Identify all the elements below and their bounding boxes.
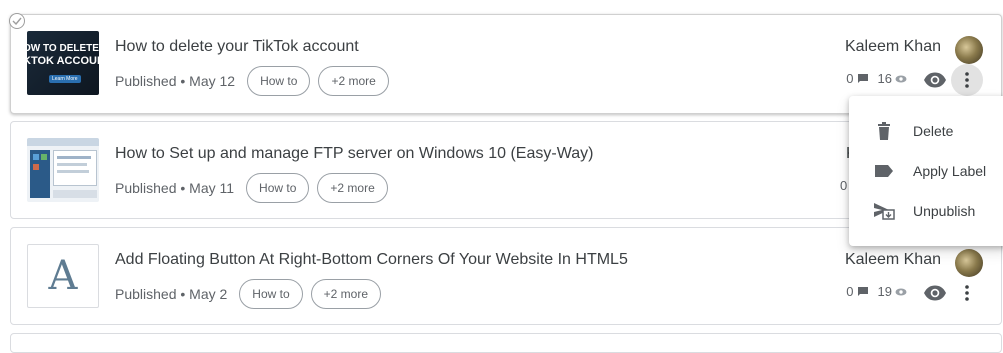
menu-item-label: Delete bbox=[913, 123, 954, 139]
kebab-menu-icon bbox=[965, 72, 969, 88]
view-count: 19 bbox=[877, 284, 892, 299]
menu-item-apply-label[interactable]: Apply Label bbox=[849, 153, 1003, 189]
views-icon bbox=[895, 288, 907, 295]
comment-icon bbox=[857, 286, 868, 296]
unpublish-icon bbox=[874, 203, 895, 220]
thumbnail-text: KTOK ACCOUN bbox=[27, 55, 99, 67]
comment-count: 0 bbox=[840, 178, 848, 193]
post-thumbnail[interactable]: OW TO DELETE YO KTOK ACCOUN Learn More bbox=[27, 31, 99, 95]
select-checkbox[interactable] bbox=[9, 13, 25, 29]
avatar bbox=[955, 36, 983, 64]
post-card[interactable] bbox=[10, 333, 1002, 353]
label-chip[interactable]: How to bbox=[246, 173, 310, 203]
post-status: Published • May 2 bbox=[115, 286, 228, 302]
menu-item-delete[interactable]: Delete bbox=[849, 113, 1003, 149]
label-chip[interactable]: How to bbox=[247, 66, 311, 96]
avatar bbox=[955, 249, 983, 277]
comment-count: 0 bbox=[846, 71, 854, 86]
menu-item-label: Apply Label bbox=[913, 163, 987, 179]
comment-icon bbox=[857, 73, 868, 83]
preview-eye-icon[interactable] bbox=[923, 68, 947, 92]
thumbnail-text: OW TO DELETE YO bbox=[27, 43, 99, 54]
more-labels-chip[interactable]: +2 more bbox=[310, 279, 382, 309]
menu-item-unpublish[interactable]: Unpublish bbox=[849, 193, 1003, 229]
more-options-button[interactable] bbox=[951, 64, 983, 96]
post-thumbnail[interactable] bbox=[27, 138, 99, 202]
views-icon bbox=[895, 75, 907, 82]
menu-item-label: Unpublish bbox=[913, 203, 976, 219]
thumbnail-button: Learn More bbox=[49, 75, 81, 83]
post-title[interactable]: How to Set up and manage FTP server on W… bbox=[115, 145, 593, 163]
more-labels-chip[interactable]: +2 more bbox=[317, 173, 388, 203]
post-context-menu: Delete Apply Label Unpublish bbox=[849, 96, 1003, 246]
kebab-menu-icon bbox=[965, 285, 969, 301]
view-count: 16 bbox=[877, 71, 892, 86]
check-icon bbox=[12, 17, 22, 25]
post-title[interactable]: How to delete your TikTok account bbox=[115, 38, 359, 56]
label-icon bbox=[875, 165, 893, 177]
post-title[interactable]: Add Floating Button At Right-Bottom Corn… bbox=[115, 251, 628, 269]
post-thumbnail[interactable]: A bbox=[27, 244, 99, 308]
post-status: Published • May 12 bbox=[115, 73, 236, 89]
author-name: Kaleem Khan bbox=[844, 38, 941, 55]
post-status: Published • May 11 bbox=[115, 180, 235, 196]
comment-count: 0 bbox=[846, 284, 854, 299]
label-chip[interactable]: How to bbox=[239, 279, 303, 309]
more-options-button[interactable] bbox=[951, 277, 983, 309]
trash-icon bbox=[878, 122, 890, 140]
author-name: Kaleem Khan bbox=[844, 251, 941, 268]
preview-eye-icon[interactable] bbox=[923, 281, 947, 305]
more-labels-chip[interactable]: +2 more bbox=[318, 66, 389, 96]
